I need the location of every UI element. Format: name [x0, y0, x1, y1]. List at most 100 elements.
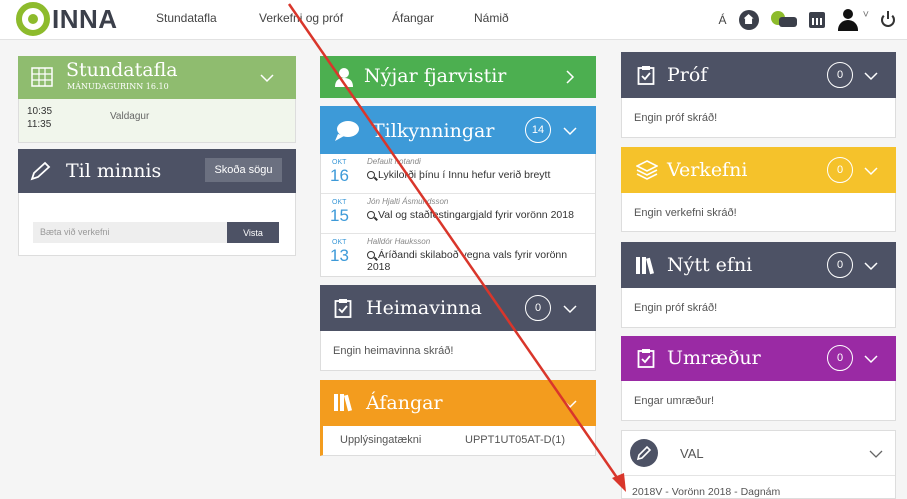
- chevron-down-icon[interactable]: [864, 259, 878, 273]
- time-start: 10:35: [27, 106, 53, 117]
- prof-header[interactable]: Próf 0: [621, 52, 896, 98]
- heimavinna-header[interactable]: Heimavinna 0: [320, 285, 596, 331]
- prof-empty: Engin próf skráð!: [634, 112, 718, 124]
- val-body: 2018V - Vorönn 2018 - Dagnám: [622, 475, 895, 499]
- umraedur-header[interactable]: Umræður 0: [621, 336, 896, 381]
- umraedur-empty: Engar umræður!: [634, 395, 715, 407]
- umraedur-body: Engar umræður!: [621, 381, 896, 421]
- notif-text: Lykilorði þínu í Innu hefur verið breytt: [378, 169, 551, 181]
- nytt-efni-empty: Engin próf skráð!: [634, 302, 718, 314]
- val-item[interactable]: 2018V - Vorönn 2018 - Dagnám: [632, 486, 780, 498]
- notif-message: Lykilorði þínu í Innu hefur verið breytt: [367, 169, 587, 181]
- tilkynningar-count: 14: [525, 117, 551, 143]
- nytt-efni-body: Engin próf skráð!: [621, 288, 896, 328]
- notif-text: Val og staðfestingargjald fyrir vorönn 2…: [378, 209, 574, 221]
- chevron-down-icon[interactable]: [869, 447, 883, 461]
- notif-day: 13: [330, 246, 349, 265]
- verkefni-empty: Engin verkefni skráð!: [634, 207, 737, 219]
- schedule-subject[interactable]: Valdagur: [110, 111, 149, 122]
- clipboard-icon: [637, 349, 655, 368]
- inna-logo[interactable]: INNA: [16, 2, 118, 36]
- umraedur-panel: Umræður 0 Engar umræður!: [621, 336, 896, 421]
- afangar-body: Upplýsingatækni UPPT1UT05AT-D(1): [320, 426, 596, 456]
- chevron-down-icon[interactable]: [563, 397, 577, 411]
- nytt-efni-header[interactable]: Nýtt efni 0: [621, 242, 896, 288]
- notif-text: Áríðandi skilaboð vegna vals fyrir vorön…: [367, 249, 568, 273]
- notification-item[interactable]: OKT 16 Default notandi Lykilorði þínu í …: [321, 154, 595, 194]
- tilkynningar-header[interactable]: Tilkynningar 14: [320, 106, 596, 154]
- notif-message: Áríðandi skilaboð vegna vals fyrir vorön…: [367, 249, 587, 273]
- heimavinna-body: Engin heimavinna skráð!: [320, 331, 596, 371]
- calendar-icon[interactable]: [808, 12, 825, 28]
- layers-icon: [636, 160, 658, 180]
- task-input[interactable]: Bæta við verkefni: [33, 222, 227, 243]
- nav-namid[interactable]: Námið: [474, 11, 509, 25]
- verkefni-panel: Verkefni 0 Engin verkefni skráð!: [621, 147, 896, 232]
- notif-day: 15: [330, 206, 349, 225]
- val-panel: VAL 2018V - Vorönn 2018 - Dagnám: [621, 430, 896, 499]
- messages-icon[interactable]: [770, 11, 797, 29]
- top-bar: INNA Stundatafla Verkefni og próf Áfanga…: [0, 0, 907, 40]
- notification-item[interactable]: OKT 13 Halldór Hauksson Áríðandi skilabo…: [321, 234, 595, 277]
- nav-verkefni-og-prof[interactable]: Verkefni og próf: [259, 11, 343, 25]
- user-menu-chevron-icon[interactable]: ˅: [863, 9, 869, 21]
- logo-text: INNA: [52, 3, 118, 34]
- chevron-down-icon[interactable]: [563, 124, 577, 138]
- top-right-tools: Á ˅: [719, 8, 895, 32]
- umraedur-title: Umræður: [667, 347, 761, 369]
- font-size-toggle[interactable]: Á: [719, 13, 727, 27]
- notif-month: OKT: [332, 159, 347, 166]
- nytt-efni-count: 0: [827, 252, 853, 278]
- nav-stundatafla[interactable]: Stundatafla: [156, 11, 217, 25]
- stundatafla-header[interactable]: Stundatafla MÁNUDAGURINN 16.10: [18, 56, 296, 99]
- til-minnis-header: Til minnis Skoða sögu: [18, 149, 296, 193]
- nav-afangar[interactable]: Áfangar: [392, 11, 434, 25]
- notif-day: 16: [330, 166, 349, 185]
- til-minnis-panel: Til minnis Skoða sögu Bæta við verkefni …: [18, 149, 296, 256]
- user-icon[interactable]: [837, 9, 859, 31]
- home-icon[interactable]: [738, 10, 759, 30]
- heimavinna-empty: Engin heimavinna skráð!: [333, 345, 454, 357]
- power-icon[interactable]: [881, 11, 895, 27]
- time-end: 11:35: [27, 119, 52, 130]
- nyjar-fjarvistir-panel[interactable]: Nýjar fjarvistir: [320, 56, 596, 98]
- verkefni-header[interactable]: Verkefni 0: [621, 147, 896, 193]
- clipboard-icon: [637, 66, 655, 85]
- chevron-down-icon[interactable]: [563, 302, 577, 316]
- nyjar-fjarvistir-title: Nýjar fjarvistir: [364, 65, 507, 87]
- tilkynningar-title: Tilkynningar: [372, 120, 495, 142]
- heimavinna-panel: Heimavinna 0 Engin heimavinna skráð!: [320, 285, 596, 371]
- chevron-down-icon[interactable]: [260, 71, 274, 85]
- stundatafla-panel: Stundatafla MÁNUDAGURINN 16.10 10:35 11:…: [18, 56, 296, 143]
- verkefni-count: 0: [827, 157, 853, 183]
- logo-ring-icon: [16, 2, 50, 36]
- speech-bubble-icon: [335, 121, 359, 141]
- course-name[interactable]: Upplýsingatækni: [340, 434, 421, 446]
- pencil-icon: [630, 439, 658, 467]
- skoda-sogu-button[interactable]: Skoða sögu: [205, 158, 282, 182]
- notif-message: Val og staðfestingargjald fyrir vorönn 2…: [367, 209, 587, 221]
- val-header[interactable]: VAL: [622, 431, 895, 475]
- notif-month: OKT: [332, 239, 347, 246]
- tilkynningar-panel: Tilkynningar 14 OKT 16 Default notandi L…: [320, 106, 596, 277]
- notification-item[interactable]: OKT 15 Jón Hjalti Ásmundsson Val og stað…: [321, 194, 595, 234]
- person-icon: [335, 68, 353, 87]
- prof-panel: Próf 0 Engin próf skráð!: [621, 52, 896, 138]
- chevron-down-icon[interactable]: [864, 352, 878, 366]
- chevron-right-icon[interactable]: [563, 70, 577, 84]
- afangar-panel: Áfangar Upplýsingatækni UPPT1UT05AT-D(1): [320, 380, 596, 456]
- magnifier-icon: [367, 171, 375, 179]
- notif-author: Jón Hjalti Ásmundsson: [367, 197, 449, 206]
- vista-button[interactable]: Vista: [227, 222, 279, 243]
- nytt-efni-panel: Nýtt efni 0 Engin próf skráð!: [621, 242, 896, 328]
- tilkynningar-list: OKT 16 Default notandi Lykilorði þínu í …: [320, 154, 596, 277]
- chevron-down-icon[interactable]: [864, 164, 878, 178]
- chevron-down-icon[interactable]: [864, 69, 878, 83]
- heimavinna-title: Heimavinna: [366, 297, 482, 319]
- heimavinna-count: 0: [525, 295, 551, 321]
- val-title: VAL: [680, 446, 704, 461]
- clipboard-icon: [334, 299, 352, 318]
- umraedur-count: 0: [827, 345, 853, 371]
- stundatafla-body: 10:35 11:35 Valdagur: [18, 99, 296, 143]
- afangar-header[interactable]: Áfangar: [320, 380, 596, 426]
